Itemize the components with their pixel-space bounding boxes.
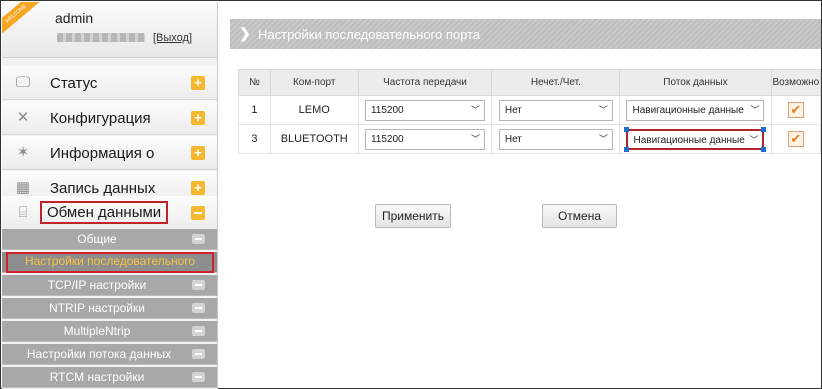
sub-item-serial-settings[interactable]: Настройки последовательного [2,252,217,273]
parity-value: Нет [504,133,522,145]
stream-value: Навигационные данные [633,134,745,146]
window-frame: WELCOME admin [Выход] 🖵 Статус + ✕ Конфи… [0,0,822,389]
expand-icon[interactable]: + [191,146,205,160]
parity-value: Нет [504,104,522,116]
login-box: WELCOME admin [Выход] [2,2,217,58]
chevron-down-icon: ﹀ [470,104,480,115]
table-row: 1 LEMO 115200 ﹀ Нет ﹀ Навигационные данные… [238,95,822,125]
sub-item-label: NTRIP настройки [49,301,145,315]
chevron-down-icon: ﹀ [598,133,608,144]
minus-icon [192,303,205,313]
baud-select[interactable]: 115200 ﹀ [364,128,485,150]
serial-ports-table: № Ком-порт Частота передачи Нечет./Чет. … [238,69,822,154]
column-header: Частота передачи [357,69,493,96]
stream-cell: Навигационные данные ﹀ [619,124,772,154]
collapse-icon[interactable] [191,206,205,220]
minus-icon [192,234,205,244]
sidebar: WELCOME admin [Выход] 🖵 Статус + ✕ Конфи… [2,2,218,389]
sub-item-label: TCP/IP настройки [47,278,147,292]
parity-select[interactable]: Нет ﹀ [498,99,613,121]
table-header-row: № Ком-порт Частота передачи Нечет./Чет. … [238,69,822,96]
tools-icon: ✕ [16,109,30,126]
minus-icon [192,349,205,359]
column-header: Поток данных [619,69,772,96]
sub-item-data-stream[interactable]: Настройки потока данных [2,344,217,365]
column-header: Возможно [770,69,822,96]
row-number: 1 [238,95,271,125]
port-name: BLUETOOTH [269,124,359,154]
sub-item-label: Общие [77,232,117,246]
blurred-user-info [57,33,145,42]
resize-handle [624,146,630,152]
enable-checkbox[interactable]: ✔ [787,131,804,147]
expand-icon[interactable]: + [191,76,205,90]
network-icon: ⌸ [18,204,28,221]
nav-item-label: Конфигурация [50,110,151,127]
port-name: LEMO [269,95,359,125]
chevron-down-icon: ﹀ [749,134,759,145]
nav-item-info[interactable]: ✶ Информация о + [2,136,217,170]
parity-select[interactable]: Нет ﹀ [498,128,613,150]
apply-button[interactable]: Применить [375,204,451,228]
minus-icon [192,326,205,336]
sub-item-rtcm[interactable]: RTCM настройки [2,367,217,388]
nav-item-data-exchange[interactable]: ⌸ Обмен данными [2,196,217,230]
enable-cell: ✔ [770,124,822,154]
baud-value: 115200 [370,133,404,145]
stream-cell: Навигационные данные ﹀ [619,95,772,125]
satellite-icon: ✶ [16,144,30,161]
sub-item-tcpip[interactable]: TCP/IP настройки [2,275,217,296]
nav-item-configuration[interactable]: ✕ Конфигурация + [2,101,217,135]
resize-handle [761,146,767,152]
username: admin [55,10,94,26]
chevron-right-icon: ❯ [239,25,251,41]
column-header: № [238,69,271,96]
sub-item-label: Настройки последовательного [24,254,196,268]
welcome-ribbon-text: WELCOME [4,3,28,25]
stream-select[interactable]: Навигационные данные ﹀ [626,99,765,121]
main-content: ❯ Настройки последовательного порта № Ко… [230,1,822,389]
page-title-bar: ❯ Настройки последовательного порта [230,19,821,49]
column-header: Нечет./Чет. [491,69,621,96]
chevron-down-icon: ﹀ [598,104,608,115]
cancel-button[interactable]: Отмена [542,204,617,228]
parity-cell: Нет ﹀ [491,124,621,154]
resize-handle [624,126,630,132]
enable-cell: ✔ [770,95,822,125]
minus-icon [192,280,205,290]
sub-item-multiplentrip[interactable]: MultipleNtrip [2,321,217,342]
baud-cell: 115200 ﹀ [357,124,493,154]
baud-value: 115200 [370,104,404,116]
stream-value: Навигационные данные [632,104,744,116]
nav-item-label: Статус [50,75,98,92]
table-row: 3 BLUETOOTH 115200 ﹀ Нет ﹀ Навигационные д… [238,124,822,154]
parity-cell: Нет ﹀ [491,95,621,125]
sub-item-general[interactable]: Общие [2,229,217,250]
welcome-ribbon: WELCOME [2,2,43,38]
sub-item-label: MultipleNtrip [63,324,131,338]
expand-icon[interactable]: + [191,111,205,125]
expand-icon[interactable]: + [191,181,205,195]
enable-checkbox[interactable]: ✔ [787,102,804,118]
nav-item-label: Запись данных [50,180,156,197]
sub-item-label: RTCM настройки [49,370,145,384]
resize-handle [761,126,767,132]
stream-select-highlighted[interactable]: Навигационные данные ﹀ [624,126,767,152]
sub-item-label: Настройки потока данных [26,347,172,361]
monitor-icon: 🖵 [15,74,31,91]
calendar-icon: ▦ [15,179,31,196]
column-header: Ком-порт [269,69,359,96]
nav-item-label: Информация о [50,145,155,162]
nav-item-label: Обмен данными [40,201,169,224]
nav-item-status[interactable]: 🖵 Статус + [2,66,217,100]
sub-item-ntrip[interactable]: NTRIP настройки [2,298,217,319]
row-number: 3 [238,124,271,154]
baud-cell: 115200 ﹀ [357,95,493,125]
chevron-down-icon: ﹀ [470,133,480,144]
page-title: Настройки последовательного порта [258,27,481,42]
minus-icon [192,372,205,382]
logout-link[interactable]: [Выход] [153,32,192,44]
chevron-down-icon: ﹀ [750,104,760,115]
baud-select[interactable]: 115200 ﹀ [364,99,485,121]
